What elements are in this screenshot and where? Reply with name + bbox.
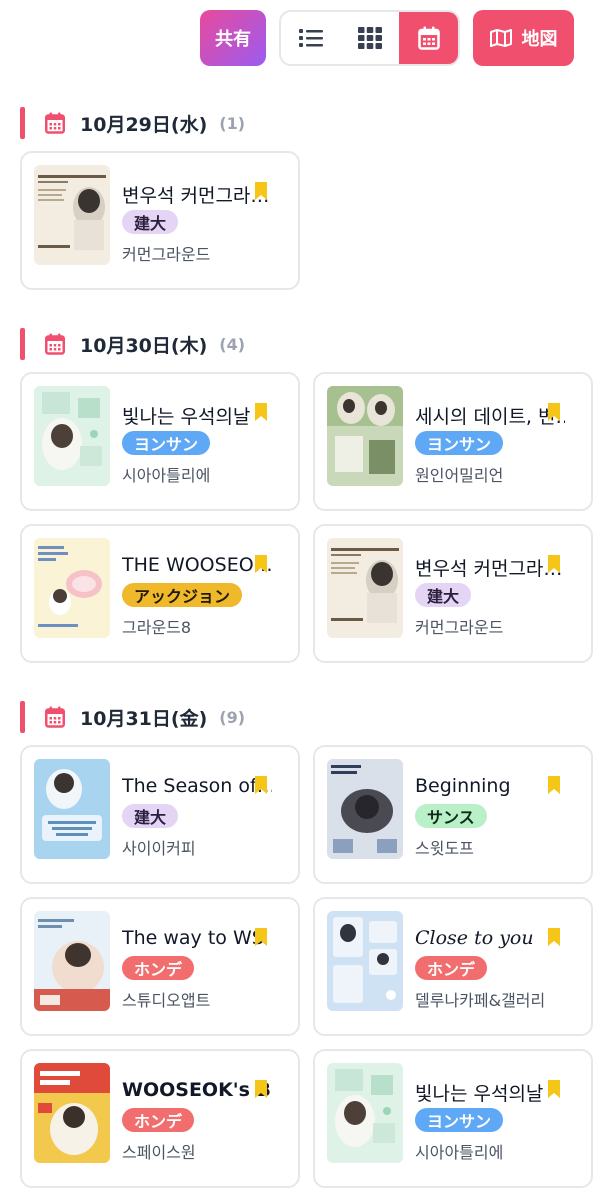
bookmark-icon[interactable] [254, 555, 268, 573]
event-poster-image [34, 1063, 110, 1163]
event-card[interactable]: 변우석 커먼그라… 建大 커먼그라운드 [20, 151, 300, 290]
event-title: The Season of… [122, 775, 272, 797]
calendar-icon [45, 333, 67, 355]
date-section-header: 10月29日(水) (1) [20, 107, 245, 139]
event-poster-image [34, 538, 110, 638]
calendar-view-button[interactable] [399, 12, 458, 64]
venue-name: 그라운드8 [122, 618, 192, 637]
area-tag: ホンデ [415, 956, 488, 980]
bookmark-icon[interactable] [547, 776, 561, 794]
venue-name: 커먼그라운드 [122, 245, 211, 264]
section-date: 10月30日(木) [80, 334, 208, 357]
calendar-icon [45, 706, 67, 728]
bookmark-icon[interactable] [547, 403, 561, 421]
event-card[interactable]: THE WOOSEO… アックジョン 그라운드8 [20, 524, 300, 663]
section-date: 10月31日(金) [80, 707, 208, 730]
area-tag: ホンデ [122, 956, 195, 980]
event-title: 빛나는 우석의날 [122, 406, 251, 428]
event-card[interactable]: Close to you ホンデ 델루나카페&갤러리 [313, 897, 593, 1036]
area-tag: 建大 [122, 210, 179, 234]
venue-name: 델루나카페&갤러리 [415, 991, 546, 1010]
bookmark-icon[interactable] [547, 1080, 561, 1098]
bookmark-icon[interactable] [547, 928, 561, 946]
event-title: 변우석 커먼그라… [415, 558, 563, 580]
area-tag: 建大 [415, 583, 472, 607]
bookmark-icon[interactable] [254, 403, 268, 421]
list-view-button[interactable] [281, 12, 340, 64]
area-tag: ヨンサン [415, 1108, 504, 1132]
section-accent-bar [20, 107, 25, 139]
event-poster-image [327, 1063, 403, 1163]
date-section-header: 10月31日(金) (9) [20, 701, 245, 733]
section-accent-bar [20, 701, 25, 733]
event-poster-image [327, 386, 403, 486]
view-mode-toggle [279, 10, 460, 66]
event-card[interactable]: The way to WS ホンデ 스튜디오앱트 [20, 897, 300, 1036]
event-title: Close to you [415, 927, 534, 949]
section-count: (1) [219, 113, 246, 133]
event-card[interactable]: 세시의 데이트, 변… ヨンサン 원인어밀리언 [313, 372, 593, 511]
calendar-icon [417, 26, 440, 50]
event-poster-image [34, 911, 110, 1011]
area-tag: ヨンサン [415, 431, 504, 455]
event-card[interactable]: 변우석 커먼그라… 建大 커먼그라운드 [313, 524, 593, 663]
event-title: 변우석 커먼그라… [122, 185, 270, 207]
grid-view-button[interactable] [340, 12, 399, 64]
event-title: Beginning [415, 775, 511, 797]
event-card[interactable]: 빛나는 우석의날 ヨンサン 시아아틀리에 [313, 1049, 593, 1188]
venue-name: 커먼그라운드 [415, 618, 504, 637]
bookmark-icon[interactable] [547, 555, 561, 573]
section-count: (9) [219, 707, 246, 727]
event-title: WOOSEOK's BU… [122, 1079, 272, 1101]
venue-name: 스페이스원 [122, 1143, 196, 1162]
event-card[interactable]: Beginning サンス 스윗도프 [313, 745, 593, 884]
venue-name: 원인어밀리언 [415, 466, 504, 485]
share-button[interactable]: 共有 [200, 10, 266, 66]
venue-name: 시아아틀리에 [415, 1143, 504, 1162]
map-icon [489, 29, 512, 47]
bookmark-icon[interactable] [254, 928, 268, 946]
venue-name: 시아아틀리에 [122, 466, 211, 485]
venue-name: 사이이커피 [122, 839, 196, 858]
toolbar: 共有 地図 [0, 10, 611, 66]
event-card[interactable]: WOOSEOK's BU… ホンデ 스페이스원 [20, 1049, 300, 1188]
event-poster-image [34, 165, 110, 265]
event-title: 세시의 데이트, 변… [415, 406, 565, 428]
bookmark-icon[interactable] [254, 182, 268, 200]
calendar-icon [45, 112, 67, 134]
event-card[interactable]: The Season of… 建大 사이이커피 [20, 745, 300, 884]
event-title: The way to WS [122, 927, 264, 949]
area-tag: ヨンサン [122, 431, 211, 455]
venue-name: 스튜디오앱트 [122, 991, 211, 1010]
date-section-header: 10月30日(木) (4) [20, 328, 245, 360]
event-poster-image [327, 538, 403, 638]
area-tag: ホンデ [122, 1108, 195, 1132]
event-poster-image [327, 759, 403, 859]
map-button-label: 地図 [521, 29, 558, 50]
area-tag: サンス [415, 804, 487, 828]
section-accent-bar [20, 328, 25, 360]
event-title: THE WOOSEO… [122, 554, 272, 576]
grid-icon [357, 27, 382, 49]
event-title: 빛나는 우석의날 [415, 1083, 544, 1105]
area-tag: アックジョン [122, 583, 243, 607]
list-icon [298, 29, 323, 47]
event-card[interactable]: 빛나는 우석의날 ヨンサン 시아아틀리에 [20, 372, 300, 511]
bookmark-icon[interactable] [254, 1080, 268, 1098]
bookmark-icon[interactable] [254, 776, 268, 794]
map-button[interactable]: 地図 [473, 10, 574, 66]
section-count: (4) [219, 334, 246, 354]
venue-name: 스윗도프 [415, 839, 474, 858]
event-poster-image [327, 911, 403, 1011]
event-poster-image [34, 759, 110, 859]
event-poster-image [34, 386, 110, 486]
area-tag: 建大 [122, 804, 179, 828]
section-date: 10月29日(水) [80, 113, 208, 136]
